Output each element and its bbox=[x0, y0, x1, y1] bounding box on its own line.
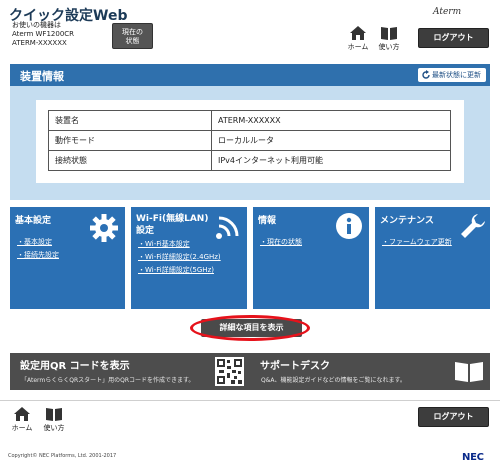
howto-button[interactable]: 使い方 bbox=[378, 25, 400, 52]
gear-icon bbox=[90, 214, 118, 242]
table-row: 接続状態 IPv4インターネット利用可能 bbox=[48, 150, 451, 171]
support-desk-button[interactable]: サポートデスク Q&A、機能設定ガイドなどの情報をご覧になれます。 bbox=[250, 353, 490, 390]
wrench-icon bbox=[461, 214, 485, 238]
info-value: ローカルルータ bbox=[211, 130, 451, 151]
home-icon bbox=[14, 407, 30, 421]
link-connection-settings[interactable]: 接続先設定 bbox=[17, 249, 59, 262]
tile-title: 基本設定 bbox=[15, 216, 52, 226]
footer-divider bbox=[0, 400, 500, 401]
device-caption: お使いの機器は bbox=[12, 21, 61, 29]
nec-logo: NEC bbox=[462, 452, 484, 463]
current-status-button[interactable]: 現在の 状態 bbox=[112, 23, 153, 49]
qr-code-desc: 「AtermらくらくQRスタート」用のQRコードを作成できます。 bbox=[21, 377, 195, 384]
qr-code-icon bbox=[215, 357, 244, 386]
info-icon bbox=[336, 213, 362, 239]
copyright-text: Copyright© NEC Platforms, Ltd. 2001-2017 bbox=[8, 453, 117, 459]
tile-basic-settings: 基本設定 基本設定 接続先設定 bbox=[10, 207, 125, 309]
home-button[interactable]: ホーム bbox=[347, 25, 369, 52]
tile-info: 情報 現在の状態 bbox=[253, 207, 369, 309]
link-wifi-basic[interactable]: Wi-Fi基本設定 bbox=[138, 238, 221, 251]
footer-howto-button[interactable]: 使い方 bbox=[43, 406, 65, 433]
home-icon bbox=[350, 26, 366, 40]
tile-title: Wi-Fi(無線LAN)設定 bbox=[136, 214, 209, 236]
support-desk-title: サポートデスク bbox=[260, 361, 330, 372]
info-key: 接続状態 bbox=[48, 150, 212, 171]
book-icon bbox=[46, 408, 62, 421]
logout-button-top[interactable]: ログアウト bbox=[418, 28, 489, 48]
info-value: ATERM-XXXXXX bbox=[211, 110, 451, 131]
footer-home-button[interactable]: ホーム bbox=[11, 406, 33, 433]
link-firmware-update[interactable]: ファームウェア更新 bbox=[382, 236, 452, 249]
support-desk-desc: Q&A、機能設定ガイドなどの情報をご覧になれます。 bbox=[261, 377, 406, 384]
device-info-table: 装置名 ATERM-XXXXXX 動作モード ローカルルータ 接続状態 IPv4… bbox=[48, 110, 451, 171]
book-icon bbox=[455, 362, 483, 382]
info-value: IPv4インターネット利用可能 bbox=[211, 150, 451, 171]
wifi-icon bbox=[216, 216, 239, 239]
table-row: 装置名 ATERM-XXXXXX bbox=[48, 110, 451, 131]
info-key: 装置名 bbox=[48, 110, 212, 131]
qr-code-button[interactable]: 設定用QR コードを表示 「AtermらくらくQRスタート」用のQRコードを作成… bbox=[10, 353, 250, 390]
info-key: 動作モード bbox=[48, 130, 212, 151]
device-model: Aterm WF1200CR bbox=[12, 30, 75, 38]
tile-maintenance: メンテナンス ファームウェア更新 bbox=[375, 207, 490, 309]
refresh-icon bbox=[422, 70, 430, 79]
logout-button-bottom[interactable]: ログアウト bbox=[418, 407, 489, 427]
tile-wifi-settings: Wi-Fi(無線LAN)設定 Wi-Fi基本設定 Wi-Fi詳細設定(2.4GH… bbox=[131, 207, 247, 309]
link-wifi-detail-5[interactable]: Wi-Fi詳細設定(5GHz) bbox=[138, 264, 221, 277]
table-row: 動作モード ローカルルータ bbox=[48, 130, 451, 151]
link-wifi-detail-24[interactable]: Wi-Fi詳細設定(2.4GHz) bbox=[138, 251, 221, 264]
tile-title: 情報 bbox=[258, 216, 277, 226]
aterm-logo: Aterm bbox=[433, 7, 462, 17]
link-basic-settings[interactable]: 基本設定 bbox=[17, 236, 59, 249]
highlight-ring bbox=[190, 315, 310, 341]
tile-title: メンテナンス bbox=[380, 216, 434, 226]
book-icon bbox=[381, 27, 397, 40]
qr-code-title: 設定用QR コードを表示 bbox=[20, 361, 130, 372]
link-current-status[interactable]: 現在の状態 bbox=[260, 236, 302, 249]
device-name: ATERM-XXXXXX bbox=[12, 39, 67, 47]
